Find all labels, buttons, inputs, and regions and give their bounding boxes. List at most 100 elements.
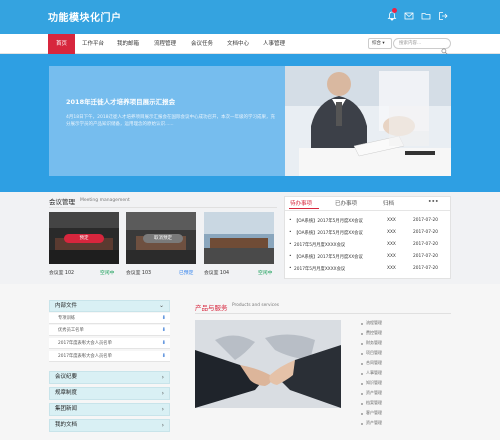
file-name: 专项训练 bbox=[58, 316, 76, 321]
tab-archive[interactable]: 归档 bbox=[383, 199, 394, 207]
todo-bullet: • bbox=[289, 254, 292, 259]
nav-item-mailbox[interactable]: 我的邮箱 bbox=[113, 34, 143, 54]
product-item[interactable]: 流程管理 bbox=[366, 320, 382, 326]
todo-title: 【OA系统】2017年5月月度XX会议 bbox=[294, 231, 363, 236]
product-item[interactable]: 项目管理 bbox=[366, 350, 382, 356]
file-name: 2017年度表彰大会人员名单 bbox=[58, 354, 112, 359]
category-label: 集团新闻 bbox=[55, 406, 78, 412]
products-section-subtitle: Products and services bbox=[232, 303, 279, 308]
file-item[interactable]: 2017年度表彰大会人员名单 ⬇ bbox=[49, 351, 170, 362]
search-category-select[interactable]: 综合 ▾ bbox=[368, 38, 392, 49]
room-name: 会议室 102 bbox=[49, 271, 75, 276]
list-bullet bbox=[361, 403, 363, 405]
meeting-section-title: 会议管理 bbox=[49, 198, 75, 206]
hero-description: 4月18日下午，2018迁徙人才培养项目展示汇报会在国际会议中心成功召开，本次一… bbox=[66, 115, 276, 127]
product-item[interactable]: 资产管理 bbox=[366, 390, 382, 396]
category-group-news[interactable]: 集团新闻 › bbox=[49, 403, 170, 416]
todo-title: 2017年5月月度XXXX会议 bbox=[294, 267, 346, 272]
hero-title[interactable]: 2018年迁徙人才培养项目展示汇报会 bbox=[66, 96, 175, 106]
todo-row[interactable]: • 【OA系统】2017年5月月度XX会议 XXX 2017-07-20 bbox=[289, 230, 449, 239]
todo-row[interactable]: • 2017年5月月度XXXX会议 XXX 2017-07-20 bbox=[289, 266, 449, 275]
todo-user: XXX bbox=[387, 218, 396, 223]
todo-title: 【OA系统】2017年5月月度XX会议 bbox=[294, 219, 363, 224]
category-label: 我的文档 bbox=[55, 422, 78, 428]
more-tabs-button[interactable]: ••• bbox=[428, 199, 439, 205]
list-bullet bbox=[361, 423, 363, 425]
list-bullet bbox=[361, 373, 363, 375]
list-bullet bbox=[361, 413, 363, 415]
todo-date: 2017-07-20 bbox=[413, 254, 438, 259]
mail-icon[interactable] bbox=[404, 11, 414, 21]
portal-logo-title[interactable]: 功能模块化门户 bbox=[48, 9, 122, 24]
room-status: 已预定 bbox=[179, 271, 194, 276]
product-item[interactable]: 档案管理 bbox=[366, 400, 382, 406]
room-status: 空闲中 bbox=[100, 271, 115, 276]
logout-icon[interactable] bbox=[438, 11, 448, 21]
chevron-right-icon: › bbox=[161, 422, 164, 429]
product-item[interactable]: 客户管理 bbox=[366, 410, 382, 416]
product-item[interactable]: 财务管理 bbox=[366, 340, 382, 346]
todo-date: 2017-07-20 bbox=[413, 266, 438, 271]
handshake-photo bbox=[195, 320, 341, 408]
tab-todo[interactable]: 待办事项 bbox=[290, 199, 312, 207]
chevron-right-icon: › bbox=[161, 406, 164, 413]
nav-item-meeting[interactable]: 会议任务 bbox=[187, 34, 217, 54]
category-label: 会议纪要 bbox=[55, 374, 78, 380]
file-item[interactable]: 专项训练 ⬇ bbox=[49, 313, 170, 324]
nav-item-workbench[interactable]: 工作平台 bbox=[79, 34, 107, 54]
download-icon[interactable]: ⬇ bbox=[162, 338, 166, 349]
meeting-section-divider bbox=[49, 207, 277, 208]
tab-done[interactable]: 已办事项 bbox=[335, 199, 357, 207]
chevron-right-icon: › bbox=[161, 390, 164, 397]
list-bullet bbox=[361, 323, 363, 325]
todo-user: XXX bbox=[387, 254, 396, 259]
category-label: 规章制度 bbox=[55, 390, 78, 396]
chevron-down-icon: ⌄ bbox=[158, 302, 164, 309]
active-tab-indicator bbox=[289, 208, 319, 209]
room-name: 会议室 103 bbox=[126, 271, 152, 276]
cancel-booking-button[interactable]: 取消预定 bbox=[143, 234, 183, 243]
category-my-documents[interactable]: 我的文档 › bbox=[49, 419, 170, 432]
todo-user: XXX bbox=[387, 230, 396, 235]
chevron-right-icon: › bbox=[161, 374, 164, 381]
product-item[interactable]: 资产管理 bbox=[366, 420, 382, 426]
todo-user: XXX bbox=[387, 266, 396, 271]
meeting-room-photo bbox=[204, 212, 274, 264]
todo-date: 2017-07-20 bbox=[413, 218, 438, 223]
file-item[interactable]: 2017年度表彰大会人员名单 ⬇ bbox=[49, 338, 170, 349]
list-bullet bbox=[361, 333, 363, 335]
nav-item-documents[interactable]: 文档中心 bbox=[223, 34, 253, 54]
search-icon[interactable] bbox=[441, 40, 448, 55]
download-icon[interactable]: ⬇ bbox=[162, 325, 166, 336]
products-section-title: 产品与服务 bbox=[195, 304, 228, 312]
todo-bullet: • bbox=[289, 218, 292, 223]
nav-item-process[interactable]: 流程管理 bbox=[150, 34, 180, 54]
nav-item-home[interactable]: 首页 bbox=[48, 34, 75, 54]
file-item[interactable]: 优秀员工名单 ⬇ bbox=[49, 325, 170, 336]
product-item[interactable]: 知识管理 bbox=[366, 380, 382, 386]
todo-bullet: • bbox=[289, 242, 292, 247]
todo-date: 2017-07-20 bbox=[413, 230, 438, 235]
list-bullet bbox=[361, 343, 363, 345]
book-room-button[interactable]: 预定 bbox=[64, 234, 104, 243]
category-meeting-minutes[interactable]: 会议纪要 › bbox=[49, 371, 170, 384]
internal-files-label: 内部文件 bbox=[55, 303, 78, 309]
product-item[interactable]: 人事管理 bbox=[366, 370, 382, 376]
todo-row[interactable]: • 【OA系统】2017年5月月度XX会议 XXX 2017-07-20 bbox=[289, 254, 449, 263]
file-name: 优秀员工名单 bbox=[58, 328, 84, 333]
category-regulations[interactable]: 规章制度 › bbox=[49, 387, 170, 400]
todo-title: 2017年5月月度XXXX会议 bbox=[294, 243, 346, 248]
todo-tab-divider bbox=[285, 210, 450, 211]
download-icon[interactable]: ⬇ bbox=[162, 313, 166, 324]
todo-user: XXX bbox=[387, 242, 396, 247]
product-item[interactable]: 合同管理 bbox=[366, 360, 382, 366]
todo-row[interactable]: • 2017年5月月度XXXX会议 XXX 2017-07-20 bbox=[289, 242, 449, 251]
product-item[interactable]: 费控管理 bbox=[366, 330, 382, 336]
nav-item-hr[interactable]: 人事管理 bbox=[259, 34, 289, 54]
internal-files-header[interactable]: 内部文件 ⌄ bbox=[49, 300, 170, 312]
list-bullet bbox=[361, 383, 363, 385]
todo-row[interactable]: • 【OA系统】2017年5月月度XX会议 XXX 2017-07-20 bbox=[289, 218, 449, 227]
folder-icon[interactable] bbox=[421, 11, 431, 21]
download-icon[interactable]: ⬇ bbox=[162, 351, 166, 362]
notification-badge bbox=[392, 8, 397, 13]
